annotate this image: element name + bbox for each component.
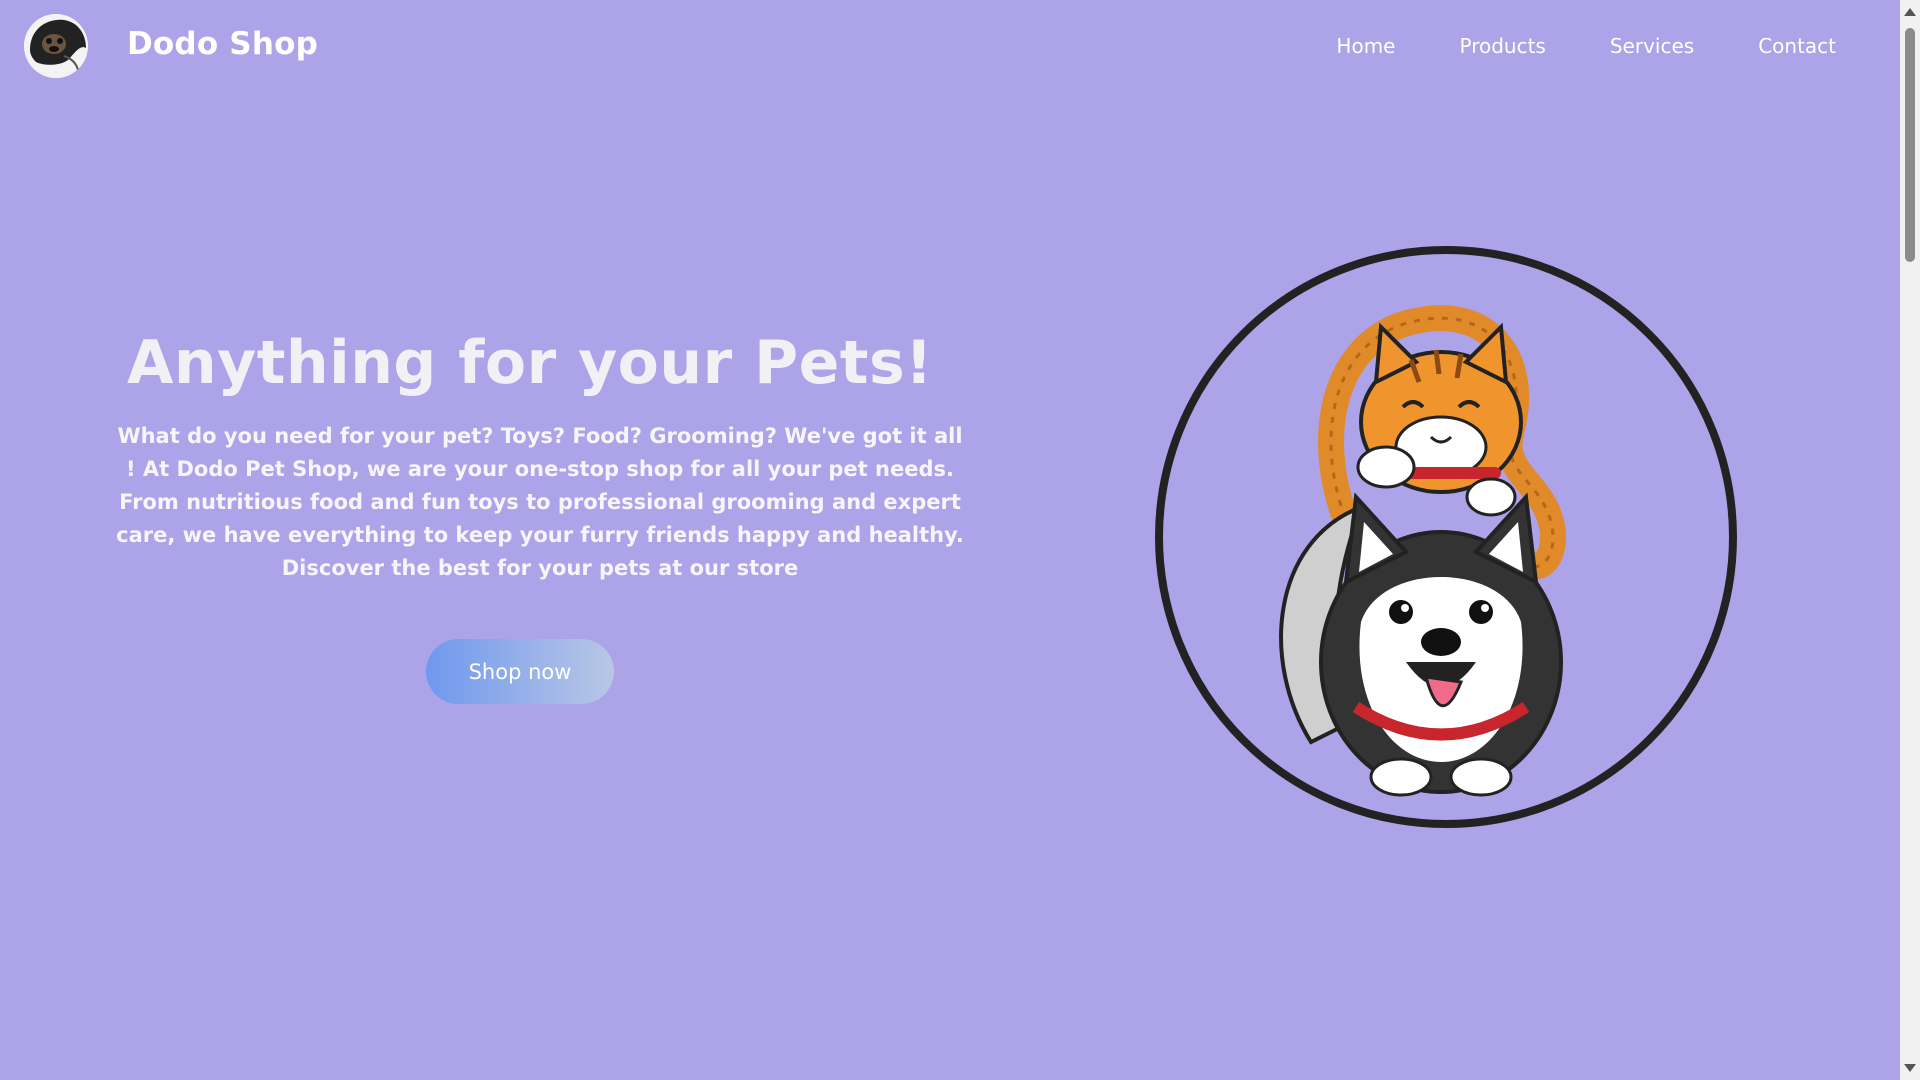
hero-text-section: Anything for your Pets! What do you need… — [110, 320, 970, 585]
scroll-up-arrow-icon[interactable] — [1904, 8, 1916, 16]
nav-link-services[interactable]: Services — [1610, 34, 1694, 58]
site-header: Dodo Shop Home Products Services Contact — [0, 0, 1900, 94]
pug-dog-logo-icon[interactable] — [24, 14, 88, 78]
brand-name[interactable]: Dodo Shop — [127, 26, 318, 62]
cat-and-husky-illustration-icon — [1151, 242, 1741, 832]
page: Dodo Shop Home Products Services Contact… — [0, 0, 1920, 1080]
nav-link-contact[interactable]: Contact — [1758, 34, 1836, 58]
vertical-scrollbar[interactable] — [1900, 0, 1920, 1080]
shop-now-button[interactable]: Shop now — [426, 639, 614, 704]
nav-link-products[interactable]: Products — [1459, 34, 1545, 58]
hero-title: Anything for your Pets! — [126, 328, 934, 398]
scrollbar-thumb[interactable] — [1905, 28, 1915, 262]
nav-link-home[interactable]: Home — [1336, 34, 1395, 58]
scroll-down-arrow-icon[interactable] — [1904, 1064, 1916, 1072]
main-nav: Home Products Services Contact — [1336, 34, 1836, 58]
hero-description: What do you need for your pet? Toys? Foo… — [116, 424, 964, 580]
